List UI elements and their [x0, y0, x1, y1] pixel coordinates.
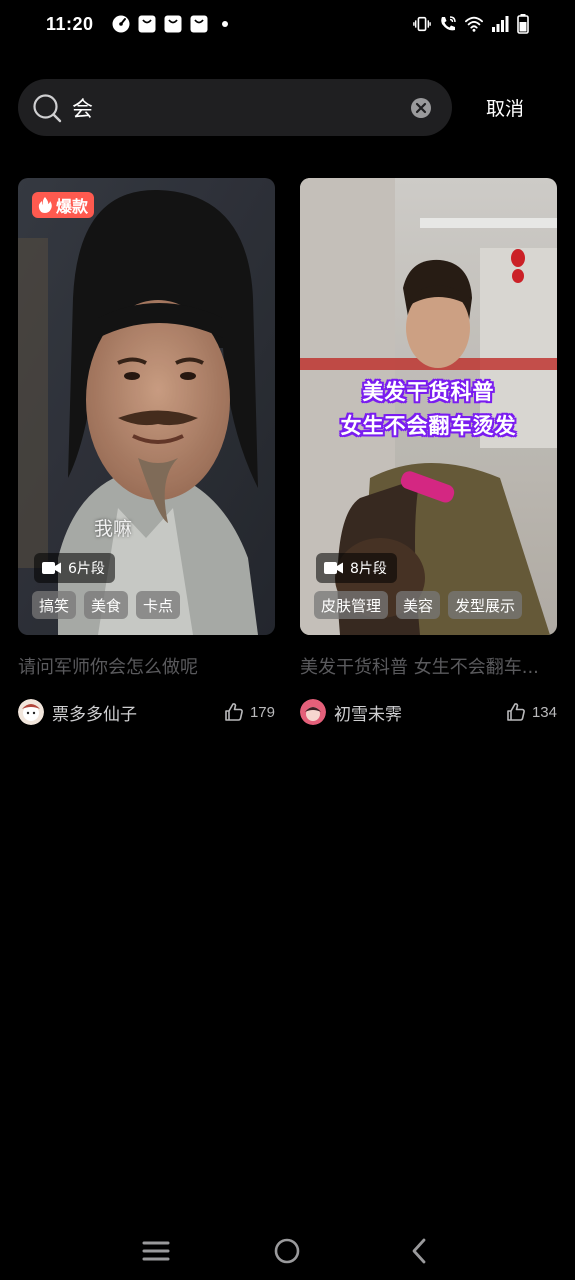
tag[interactable]: 发型展示	[448, 591, 523, 619]
back-icon	[412, 1238, 426, 1264]
tag[interactable]: 美食	[84, 591, 129, 619]
bag-icon	[164, 15, 182, 33]
like-button[interactable]: 179	[224, 702, 275, 722]
clip-count: 6片段	[68, 561, 105, 577]
clip-count-badge: 6片段	[34, 553, 115, 583]
clear-search-icon[interactable]	[410, 97, 432, 119]
search-icon	[33, 93, 62, 122]
like-count: 179	[249, 703, 275, 721]
author-name[interactable]: 票多多仙子	[52, 700, 224, 725]
avatar[interactable]	[18, 699, 44, 725]
video-camera-icon	[324, 562, 343, 574]
like-count: 134	[531, 703, 557, 721]
card-meta: 票多多仙子 179	[18, 699, 275, 725]
status-right	[413, 14, 529, 34]
video-card[interactable]: 爆款 我嘛 6片段 搞笑 美食 卡点 请问军师你会怎么做呢 票多多仙子 179	[18, 178, 275, 725]
video-thumbnail[interactable]: 美发干货科普 女生不会翻车烫发 8片段 皮肤管理 美容 发型展示	[300, 178, 557, 635]
cancel-button[interactable]: 取消	[486, 94, 524, 121]
thumbs-up-icon	[225, 703, 243, 721]
video-thumbnail[interactable]: 爆款 我嘛 6片段 搞笑 美食 卡点	[18, 178, 275, 635]
clip-count: 8片段	[350, 561, 387, 577]
tag-list: 搞笑 美食 卡点	[32, 591, 181, 619]
menu-button[interactable]	[136, 1231, 176, 1271]
battery-icon	[517, 14, 529, 34]
tag[interactable]: 皮肤管理	[314, 591, 389, 619]
home-icon	[275, 1238, 300, 1264]
vibrate-icon	[413, 16, 431, 32]
back-button[interactable]	[399, 1231, 439, 1271]
overlay-title-line: 女生不会翻车烫发	[340, 414, 517, 438]
flame-icon	[38, 197, 52, 213]
author-name[interactable]: 初雪未霁	[334, 700, 506, 725]
status-bar: 11:20	[0, 0, 575, 48]
tag[interactable]: 美容	[396, 591, 441, 619]
search-box[interactable]	[18, 79, 452, 136]
search-row: 取消	[18, 79, 558, 136]
wifi-icon	[465, 16, 483, 32]
clip-count-badge: 8片段	[316, 553, 397, 583]
hot-badge-label: 爆款	[56, 197, 89, 216]
status-left: 11:20	[46, 14, 228, 35]
system-nav-bar	[0, 1222, 575, 1280]
app-badge-icon	[112, 15, 130, 33]
status-time: 11:20	[46, 13, 94, 34]
video-camera-icon	[42, 562, 61, 574]
video-card[interactable]: 美发干货科普 女生不会翻车烫发 8片段 皮肤管理 美容 发型展示 美发干货科普 …	[300, 178, 557, 725]
tag[interactable]: 搞笑	[32, 591, 77, 619]
video-subtitle: 我嘛	[94, 518, 133, 540]
thumbs-up-icon	[507, 703, 525, 721]
notification-dot	[221, 21, 228, 27]
bag-icon	[138, 15, 156, 33]
video-title[interactable]: 美发干货科普 女生不会翻车...	[300, 653, 557, 679]
wifi-call-icon	[441, 16, 456, 31]
hot-badge: 爆款	[32, 192, 95, 218]
tag[interactable]: 卡点	[136, 591, 181, 619]
signal-icon	[492, 16, 509, 32]
like-button[interactable]: 134	[506, 702, 557, 722]
overlay-title-line: 美发干货科普	[362, 380, 495, 404]
video-title[interactable]: 请问军师你会怎么做呢	[18, 653, 275, 679]
card-meta: 初雪未霁 134	[300, 699, 557, 725]
bag-icon	[190, 15, 208, 33]
search-input[interactable]	[72, 95, 410, 120]
menu-icon	[142, 1241, 170, 1261]
home-button[interactable]	[267, 1231, 307, 1271]
avatar[interactable]	[300, 699, 326, 725]
tag-list: 皮肤管理 美容 发型展示	[314, 591, 523, 619]
